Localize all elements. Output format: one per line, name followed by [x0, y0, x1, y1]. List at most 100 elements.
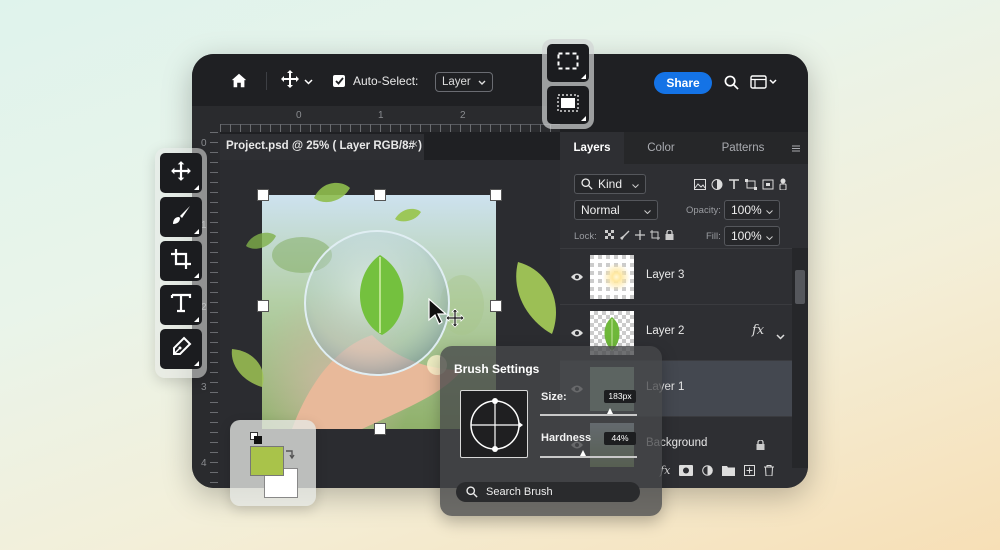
move-tool-selector[interactable]	[278, 69, 314, 92]
chevron-down-icon	[766, 203, 773, 217]
autoselect-target-dropdown[interactable]: Layer	[435, 72, 493, 92]
opacity-field[interactable]: 100%	[724, 200, 780, 220]
lock-label: Lock:	[574, 231, 597, 242]
eye-icon[interactable]	[570, 269, 584, 283]
kind-filter-dropdown[interactable]: Kind	[574, 174, 646, 194]
brush-tool[interactable]	[160, 197, 202, 237]
new-layer-icon[interactable]	[744, 464, 756, 476]
tab-patterns[interactable]: Patterns	[698, 132, 788, 164]
smart-object-filter-icon[interactable]	[762, 179, 774, 190]
tab-color[interactable]: Color	[624, 132, 698, 164]
crop-tool[interactable]	[160, 241, 202, 281]
layers-footer: fx	[660, 458, 800, 482]
ruler-label: 3	[201, 382, 207, 393]
tab-layers[interactable]: Layers	[560, 132, 624, 164]
layer-effects-icon[interactable]: fx	[752, 323, 764, 338]
chevron-down-icon	[766, 229, 773, 243]
type-filter-icon[interactable]	[728, 178, 740, 190]
ruler-label: 0	[201, 138, 207, 149]
size-slider[interactable]	[540, 414, 637, 416]
adjustment-layer-icon[interactable]	[702, 464, 714, 476]
eye-icon[interactable]	[570, 325, 584, 339]
layer-row[interactable]: Layer 3	[560, 248, 792, 304]
adjustment-filter-icon[interactable]	[711, 178, 723, 190]
ruler-label: 1	[378, 110, 384, 121]
move-icon	[170, 160, 192, 187]
size-slider-knob[interactable]	[606, 408, 613, 414]
blend-mode-dropdown[interactable]: Normal	[574, 200, 658, 220]
size-value[interactable]: 183px	[604, 390, 636, 403]
lock-pixels-icon[interactable]	[605, 230, 615, 240]
document-tab[interactable]: Project.psd @ 25% ( Layer RGB/8# ) ×	[220, 134, 424, 160]
hardness-slider-knob[interactable]	[579, 450, 586, 456]
floating-selection-tools	[542, 39, 594, 129]
opacity-label: Opacity:	[686, 205, 721, 216]
transform-handle[interactable]	[374, 423, 386, 435]
panel-tabs: Layers Color Patterns	[560, 132, 808, 164]
transform-handle[interactable]	[490, 300, 502, 312]
marquee-icon	[557, 52, 579, 75]
transform-handle[interactable]	[374, 189, 386, 201]
search-icon	[466, 486, 478, 498]
top-options-bar: Auto-Select: Layer Share	[192, 54, 808, 106]
chevron-down-icon	[303, 72, 313, 90]
filter-icons	[694, 178, 787, 190]
leaf-decoration	[246, 232, 276, 249]
lock-icon	[756, 437, 765, 455]
lock-position-icon[interactable]	[635, 230, 645, 240]
layer-name: Layer 3	[646, 269, 685, 281]
lock-all-icon[interactable]	[665, 230, 674, 240]
swap-colors-icon[interactable]	[284, 448, 296, 460]
blend-mode-value: Normal	[581, 203, 620, 217]
filter-toggle-icon[interactable]	[779, 178, 787, 190]
crop-icon	[170, 248, 192, 275]
workspace-view-icon[interactable]	[749, 74, 779, 90]
brush-preview	[460, 390, 528, 458]
chevron-down-icon	[632, 177, 639, 191]
chevron-down-icon[interactable]	[776, 327, 785, 345]
object-select-icon	[557, 93, 579, 117]
close-icon[interactable]: ×	[411, 139, 418, 151]
shape-filter-icon[interactable]	[745, 178, 757, 190]
hardness-value[interactable]: 44%	[604, 432, 636, 445]
brush-angle-icon[interactable]	[461, 391, 529, 459]
autoselect-checkbox[interactable]	[333, 75, 345, 87]
add-mask-icon[interactable]	[679, 464, 694, 476]
object-select-tool[interactable]	[547, 86, 589, 124]
kind-label: Kind	[598, 177, 623, 191]
home-icon[interactable]	[228, 70, 250, 92]
fill-value: 100%	[731, 229, 762, 243]
move-tool[interactable]	[160, 153, 202, 193]
trash-icon[interactable]	[764, 464, 775, 476]
fill-field[interactable]: 100%	[724, 226, 780, 246]
marquee-tool[interactable]	[547, 44, 589, 82]
type-tool[interactable]	[160, 285, 202, 325]
search-icon[interactable]	[723, 74, 739, 90]
panel-menu-icon[interactable]	[786, 132, 806, 164]
color-swatches	[230, 420, 316, 506]
image-filter-icon[interactable]	[694, 178, 706, 190]
search-icon	[581, 178, 593, 190]
layers-scrollbar[interactable]	[792, 248, 808, 468]
share-button[interactable]: Share	[654, 72, 712, 94]
folder-icon[interactable]	[722, 465, 736, 476]
foreground-color-swatch[interactable]	[250, 446, 284, 476]
divider	[266, 72, 267, 90]
fill-label: Fill:	[706, 231, 721, 242]
ruler-label: 4	[201, 458, 207, 469]
hardness-slider[interactable]	[540, 456, 637, 458]
ruler-horizontal: 0 1 2	[220, 106, 560, 132]
search-brush-field[interactable]: Search Brush	[456, 482, 640, 502]
pen-icon	[170, 336, 192, 363]
pen-tool[interactable]	[160, 329, 202, 369]
scroll-thumb[interactable]	[795, 270, 805, 304]
transform-handle[interactable]	[257, 300, 269, 312]
lock-brush-icon[interactable]	[620, 230, 630, 240]
brush-settings-title: Brush Settings	[454, 362, 540, 376]
layer-name: Layer 2	[646, 325, 685, 337]
transform-handle[interactable]	[257, 189, 269, 201]
layer-thumbnail	[590, 255, 634, 299]
transform-handle[interactable]	[490, 189, 502, 201]
document-title: Project.psd @ 25% ( Layer RGB/8# )	[226, 140, 422, 152]
lock-artboard-icon[interactable]	[650, 230, 660, 240]
